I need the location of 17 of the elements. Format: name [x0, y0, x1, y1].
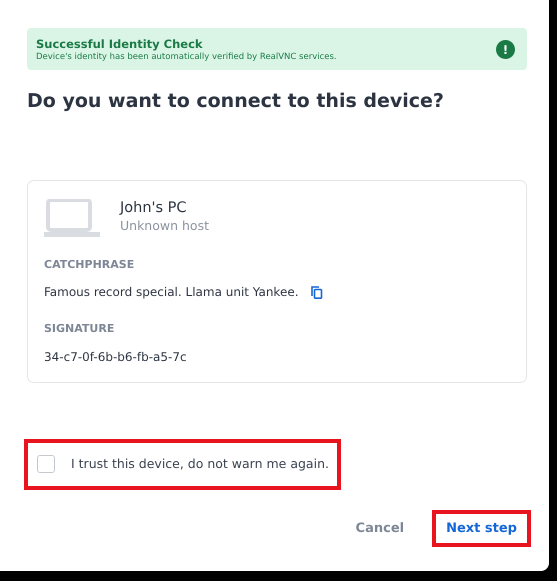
- alert-message: Device's identity has been automatically verified by RealVNC services.: [36, 52, 337, 63]
- next-button[interactable]: Next step: [432, 510, 531, 548]
- copy-icon[interactable]: [310, 286, 323, 299]
- trust-label: I trust this device, do not warn me again.: [71, 454, 329, 473]
- device-subtitle: Unknown host: [120, 217, 209, 236]
- cancel-button[interactable]: Cancel: [342, 510, 418, 548]
- device-name: John's PC: [120, 200, 188, 218]
- field-value: 34-c7-0f-6b-b6-fb-a5-7c: [44, 348, 187, 366]
- field-label: SIGNATURE: [44, 321, 116, 338]
- dialog-heading: Do you want to connect to this device?: [27, 90, 445, 113]
- trust-option[interactable]: I trust this device, do not warn me again.: [24, 438, 341, 490]
- field-label: CATCHPHRASE: [44, 256, 136, 273]
- alert-title: Successful Identity Check: [36, 37, 204, 52]
- field-value: Famous record special. Llama unit Yankee.: [44, 284, 299, 302]
- exclamation-icon: !: [496, 40, 515, 60]
- laptop-icon: [44, 198, 100, 237]
- trust-checkbox[interactable]: [37, 455, 55, 474]
